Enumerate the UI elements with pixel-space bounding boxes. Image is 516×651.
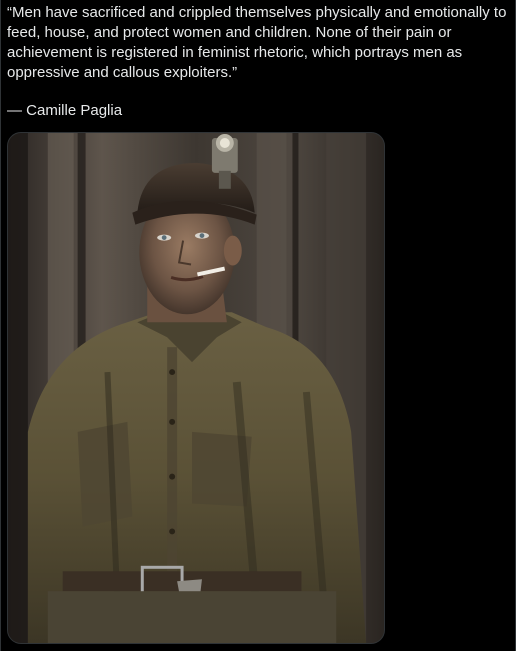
post: “Men have sacrificed and crippled themse… <box>0 0 516 651</box>
miner-photo <box>8 133 384 643</box>
post-text: “Men have sacrificed and crippled themse… <box>7 4 507 81</box>
post-image[interactable] <box>7 132 385 644</box>
post-attribution: — Camille Paglia <box>7 102 123 119</box>
